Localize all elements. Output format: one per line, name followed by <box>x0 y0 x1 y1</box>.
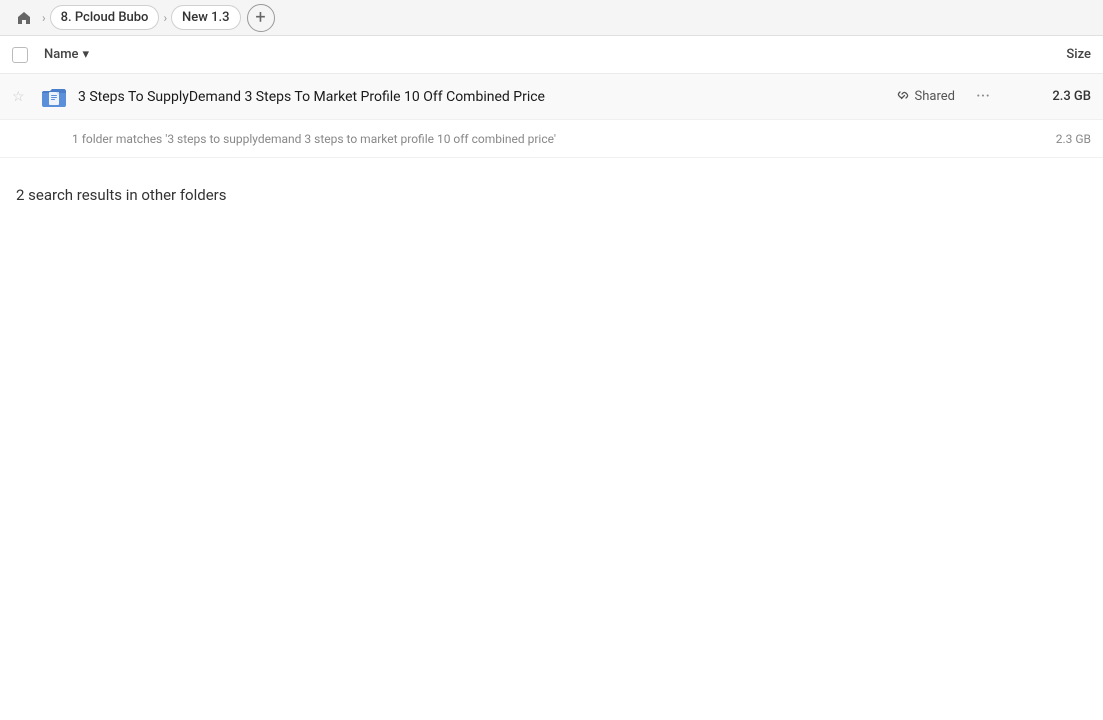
other-folders-title: 2 search results in other folders <box>16 186 1087 204</box>
match-size-text: 2.3 GB <box>1056 132 1091 146</box>
breadcrumb-bar: › 8. Pcloud Bubo › New 1.3 + <box>0 0 1103 36</box>
more-options-icon: ··· <box>976 86 990 107</box>
folder-icon <box>40 83 68 111</box>
breadcrumb-item-active[interactable]: New 1.3 <box>171 5 240 30</box>
add-tab-button[interactable]: + <box>247 4 275 32</box>
more-options-button[interactable]: ··· <box>971 86 995 107</box>
column-header: Name ▾ Size <box>0 36 1103 74</box>
match-info-row: 1 folder matches '3 steps to supplydeman… <box>0 120 1103 158</box>
home-icon <box>16 10 32 26</box>
name-column-header[interactable]: Name ▾ <box>44 47 1011 62</box>
breadcrumb-label-1: 8. Pcloud Bubo <box>61 10 149 25</box>
other-folders-title-text: 2 search results in other folders <box>16 186 227 204</box>
select-all-checkbox[interactable] <box>12 47 28 63</box>
add-tab-icon: + <box>255 7 265 28</box>
match-info-text: 1 folder matches '3 steps to supplydeman… <box>72 132 1011 146</box>
star-icon: ☆ <box>12 89 25 105</box>
size-column-header: Size <box>1011 47 1091 62</box>
name-column-label: Name <box>44 47 79 62</box>
file-row[interactable]: ☆ 3 Steps To SupplyDemand 3 Steps To Mar… <box>0 74 1103 120</box>
breadcrumb-chevron-2: › <box>163 11 167 25</box>
shared-indicator: Shared <box>896 89 955 104</box>
breadcrumb-label-active: New 1.3 <box>182 10 229 25</box>
file-name: 3 Steps To SupplyDemand 3 Steps To Marke… <box>72 89 896 105</box>
shared-label: Shared <box>915 89 955 104</box>
breadcrumb-item-1[interactable]: 8. Pcloud Bubo <box>50 5 160 30</box>
size-column-label: Size <box>1066 47 1091 62</box>
link-icon <box>896 90 910 104</box>
file-size: 2.3 GB <box>1011 89 1091 104</box>
file-icon-container <box>36 83 72 111</box>
star-button[interactable]: ☆ <box>12 89 36 105</box>
sort-icon: ▾ <box>83 47 90 62</box>
select-all-checkbox-container <box>12 47 44 63</box>
breadcrumb-chevron-1: › <box>42 11 46 25</box>
other-folders-section: 2 search results in other folders <box>0 158 1103 220</box>
home-button[interactable] <box>8 6 40 30</box>
match-info-size: 2.3 GB <box>1011 132 1091 146</box>
file-name-text: 3 Steps To SupplyDemand 3 Steps To Marke… <box>78 89 545 105</box>
file-size-text: 2.3 GB <box>1052 89 1091 104</box>
match-info-label: 1 folder matches '3 steps to supplydeman… <box>72 132 556 146</box>
